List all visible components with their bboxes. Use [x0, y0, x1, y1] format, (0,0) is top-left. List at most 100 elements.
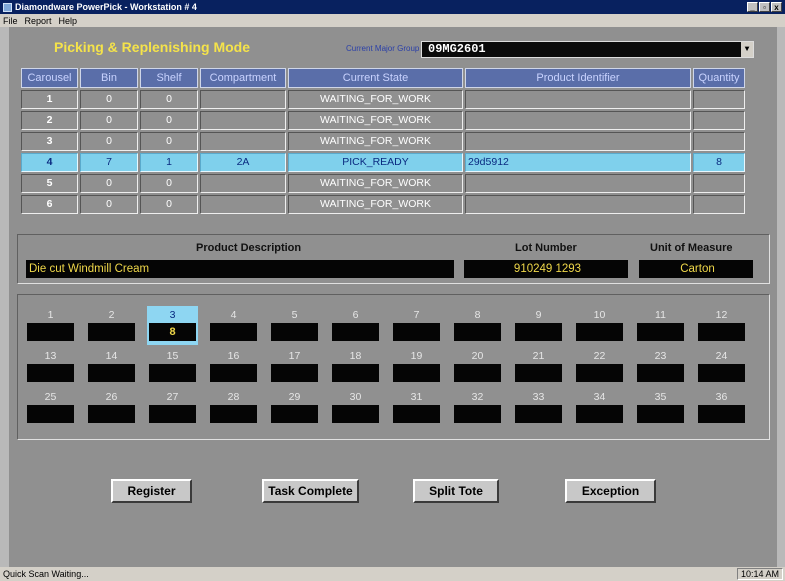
split-tote-button[interactable]: Split Tote: [413, 479, 499, 503]
tote-cell[interactable]: 14: [88, 349, 135, 384]
tote-cell[interactable]: 31: [393, 390, 440, 425]
tote-cell-display: [515, 323, 562, 341]
exception-button[interactable]: Exception: [565, 479, 656, 503]
tote-cell-display: [576, 405, 623, 423]
cell-compartment: [200, 90, 286, 109]
tote-cell[interactable]: 15: [149, 349, 196, 384]
tote-cell[interactable]: 34: [576, 390, 623, 425]
product-description-field: Die cut Windmill Cream: [26, 260, 454, 278]
tote-cell[interactable]: 11: [637, 308, 684, 343]
table-row[interactable]: 1 0 0 WAITING_FOR_WORK: [21, 88, 764, 109]
tote-cell-display: [637, 323, 684, 341]
task-complete-button[interactable]: Task Complete: [262, 479, 359, 503]
mode-title: Picking & Replenishing Mode: [54, 39, 251, 55]
tote-cell[interactable]: 13: [27, 349, 74, 384]
tote-cell-display: [332, 323, 379, 341]
tote-cell-number: 6: [352, 309, 359, 321]
tote-cell[interactable]: 35: [637, 390, 684, 425]
tote-cell[interactable]: 16: [210, 349, 257, 384]
tote-cell[interactable]: 22: [576, 349, 623, 384]
tote-cell[interactable]: 23: [637, 349, 684, 384]
menu-file[interactable]: File: [3, 16, 18, 26]
main-panel: Picking & Replenishing Mode Current Majo…: [9, 27, 777, 567]
tote-cell-number: 20: [471, 350, 484, 362]
tote-cell-number: 22: [593, 350, 606, 362]
tote-cell-display: [210, 405, 257, 423]
tote-cell[interactable]: 24: [698, 349, 745, 384]
tote-cell[interactable]: 26: [88, 390, 135, 425]
col-product-identifier: Product Identifier: [465, 68, 691, 88]
tote-grid: 1 2 3 8 4 5 6 7 8 9 10 11 12 13 14 15 16 17 18 19 20 21 22 23 24…: [17, 294, 770, 440]
tote-cell[interactable]: 6: [332, 308, 379, 343]
cell-bin: 0: [80, 195, 138, 214]
minimize-icon[interactable]: _: [747, 2, 758, 12]
tote-cell[interactable]: 8: [454, 308, 501, 343]
tote-cell[interactable]: 25: [27, 390, 74, 425]
tote-cell[interactable]: 36: [698, 390, 745, 425]
clock: 10:14 AM: [736, 568, 783, 580]
tote-cell[interactable]: 7: [393, 308, 440, 343]
tote-cell[interactable]: 9: [515, 308, 562, 343]
table-row[interactable]: 2 0 0 WAITING_FOR_WORK: [21, 109, 764, 130]
tote-cell-number: 24: [715, 350, 728, 362]
tote-cell-number: 13: [44, 350, 57, 362]
tote-cell[interactable]: 38: [147, 306, 198, 345]
cell-state: WAITING_FOR_WORK: [288, 90, 463, 109]
tote-cell[interactable]: 17: [271, 349, 318, 384]
register-button[interactable]: Register: [111, 479, 192, 503]
tote-cell[interactable]: 27: [149, 390, 196, 425]
cell-shelf: 0: [140, 90, 198, 109]
col-quantity: Quantity: [693, 68, 745, 88]
tote-cell-display: [149, 364, 196, 382]
cell-product: [465, 174, 691, 193]
menu-help[interactable]: Help: [59, 16, 78, 26]
tote-cell-display: [515, 364, 562, 382]
tote-cell[interactable]: 5: [271, 308, 318, 343]
close-icon[interactable]: x: [771, 2, 782, 12]
tote-cell[interactable]: 29: [271, 390, 318, 425]
major-group-select[interactable]: 09MG2601 ▼: [421, 41, 754, 58]
tote-cell-number: 10: [593, 309, 606, 321]
window-title: Diamondware PowerPick - Workstation # 4: [15, 2, 197, 12]
tote-cell[interactable]: 18: [332, 349, 379, 384]
tote-cell[interactable]: 33: [515, 390, 562, 425]
table-row[interactable]: 6 0 0 WAITING_FOR_WORK: [21, 193, 764, 214]
cell-carousel: 4: [21, 153, 78, 172]
cell-state: WAITING_FOR_WORK: [288, 132, 463, 151]
tote-cell-display: [454, 323, 501, 341]
maximize-icon[interactable]: ▫: [759, 2, 770, 12]
dropdown-arrow-icon[interactable]: ▼: [741, 42, 753, 57]
status-bar: Quick Scan Waiting... 10:14 AM: [0, 567, 785, 581]
unit-of-measure-label: Unit of Measure: [650, 242, 733, 254]
tote-cell[interactable]: 1: [27, 308, 74, 343]
cell-compartment: [200, 111, 286, 130]
tote-cell[interactable]: 10: [576, 308, 623, 343]
tote-cell[interactable]: 4: [210, 308, 257, 343]
tote-cell[interactable]: 19: [393, 349, 440, 384]
tote-cell[interactable]: 21: [515, 349, 562, 384]
tote-cell-display: [393, 364, 440, 382]
tote-cell[interactable]: 28: [210, 390, 257, 425]
tote-cell[interactable]: 32: [454, 390, 501, 425]
tote-cell-display: [210, 323, 257, 341]
tote-cell[interactable]: 12: [698, 308, 745, 343]
table-row[interactable]: 5 0 0 WAITING_FOR_WORK: [21, 172, 764, 193]
cell-quantity: 8: [693, 153, 745, 172]
tote-cell-number: 3: [169, 309, 176, 321]
tote-cell[interactable]: 2: [88, 308, 135, 343]
col-shelf: Shelf: [140, 68, 198, 88]
tote-cell[interactable]: 20: [454, 349, 501, 384]
tote-cell-display: 8: [149, 323, 196, 341]
cell-state: WAITING_FOR_WORK: [288, 111, 463, 130]
tote-cell-display: [637, 405, 684, 423]
tote-cell[interactable]: 30: [332, 390, 379, 425]
cell-compartment: [200, 195, 286, 214]
tote-cell-display: [698, 364, 745, 382]
menu-report[interactable]: Report: [25, 16, 52, 26]
cell-bin: 0: [80, 90, 138, 109]
cell-quantity: [693, 174, 745, 193]
col-bin: Bin: [80, 68, 138, 88]
table-row[interactable]: 3 0 0 WAITING_FOR_WORK: [21, 130, 764, 151]
table-row-selected[interactable]: 4 7 1 2A PICK_READY 29d5912 8: [21, 151, 764, 172]
tote-cell-number: 2: [108, 309, 115, 321]
